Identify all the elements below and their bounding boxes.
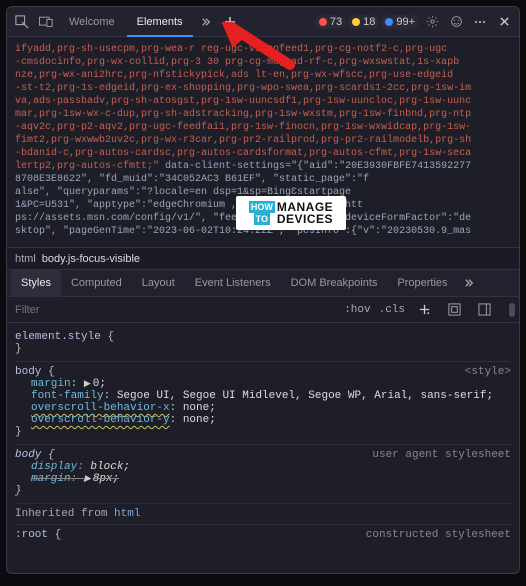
- device-toggle-icon[interactable]: [35, 11, 57, 33]
- inspect-icon[interactable]: [11, 11, 33, 33]
- panel-layout-icon[interactable]: [473, 299, 495, 321]
- styles-pane[interactable]: element.style { } <style> body { margin:…: [7, 323, 519, 573]
- styles-filter-input[interactable]: [13, 303, 336, 317]
- subtab-computed[interactable]: Computed: [61, 269, 132, 297]
- rule-element-style[interactable]: element.style { }: [15, 327, 511, 362]
- more-options-icon[interactable]: [469, 11, 491, 33]
- error-count: 73: [330, 16, 342, 28]
- expand-icon[interactable]: ▶: [84, 379, 91, 389]
- info-count: 99+: [396, 16, 415, 28]
- rule-body-style[interactable]: <style> body { margin: ▶0; font-family: …: [15, 362, 511, 445]
- subtab-overflow-icon[interactable]: [458, 272, 480, 294]
- dom-source[interactable]: ifyadd,prg-sh-usecpm,prg-wea-r reg-ugc-v…: [7, 37, 519, 247]
- feedback-icon[interactable]: [445, 11, 467, 33]
- computed-toggle-icon[interactable]: [443, 299, 465, 321]
- hov-toggle[interactable]: :hov: [344, 304, 370, 316]
- add-tab-icon[interactable]: [219, 11, 241, 33]
- new-style-icon[interactable]: [413, 299, 435, 321]
- settings-icon[interactable]: [421, 11, 443, 33]
- subtab-eventlisteners[interactable]: Event Listeners: [185, 269, 281, 297]
- close-devtools-icon[interactable]: [493, 11, 515, 33]
- cls-toggle[interactable]: .cls: [379, 304, 405, 316]
- inherited-section: Inherited from html: [15, 504, 511, 525]
- warning-badge[interactable]: 18: [348, 15, 379, 29]
- expand-icon[interactable]: ▶: [84, 474, 91, 484]
- subtab-styles[interactable]: Styles: [11, 269, 61, 297]
- source-constructed: constructed stylesheet: [366, 529, 511, 541]
- source-ua: user agent stylesheet: [372, 449, 511, 461]
- warning-dot-icon: [352, 18, 360, 26]
- info-dot-icon: [385, 18, 393, 26]
- subtab-dombreakpoints[interactable]: DOM Breakpoints: [281, 269, 388, 297]
- more-tabs-icon[interactable]: [195, 11, 217, 33]
- rule-body-ua[interactable]: user agent stylesheet body { display: bl…: [15, 445, 511, 504]
- styles-tabbar: Styles Computed Layout Event Listeners D…: [7, 269, 519, 297]
- error-dot-icon: [319, 18, 327, 26]
- crumb-html[interactable]: html: [15, 253, 36, 265]
- source-link-style[interactable]: <style>: [465, 366, 511, 378]
- rule-root[interactable]: constructed stylesheet :root {: [15, 525, 511, 547]
- styles-filterbar: :hov .cls: [7, 297, 519, 323]
- scrollbar-thumb[interactable]: [509, 303, 515, 317]
- tab-elements[interactable]: Elements: [127, 7, 193, 37]
- tab-welcome[interactable]: Welcome: [59, 7, 125, 37]
- crumb-body[interactable]: body.js-focus-visible: [42, 253, 140, 265]
- inherited-from-link[interactable]: html: [114, 508, 140, 520]
- subtab-properties[interactable]: Properties: [387, 269, 457, 297]
- dom-breadcrumb[interactable]: html body.js-focus-visible: [7, 247, 519, 269]
- devtools-toolbar: Welcome Elements 73 18 99+: [7, 7, 519, 37]
- warning-count: 18: [363, 16, 375, 28]
- info-badge[interactable]: 99+: [381, 15, 419, 29]
- subtab-layout[interactable]: Layout: [132, 269, 185, 297]
- error-badge[interactable]: 73: [315, 15, 346, 29]
